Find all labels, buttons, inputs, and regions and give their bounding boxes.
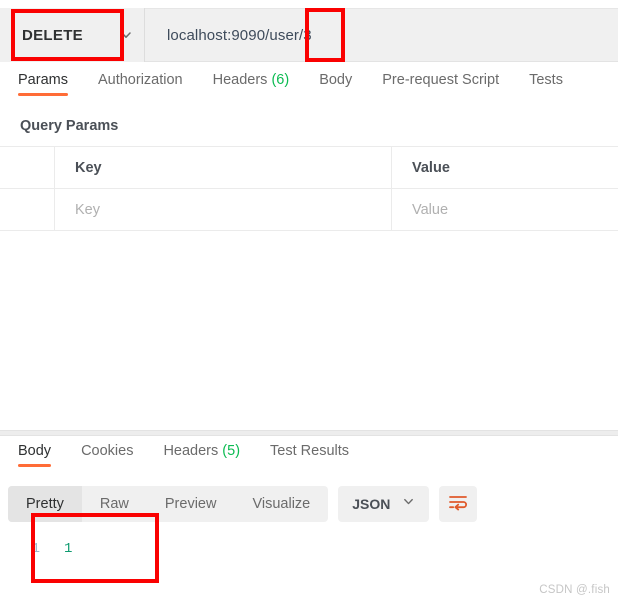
request-url-bar: DELETE localhost:9090/user/3 [0, 8, 618, 62]
response-body-viewer[interactable]: 1 1 [0, 528, 618, 588]
line-number: 1 [31, 541, 40, 557]
param-key-placeholder: Key [75, 201, 100, 218]
tab-params[interactable]: Params [18, 72, 68, 96]
query-params-heading: Query Params [20, 118, 119, 134]
tab-headers-count: (6) [271, 72, 290, 88]
response-format-label: JSON [352, 496, 391, 512]
response-view-switcher: Pretty Raw Preview Visualize [8, 486, 329, 522]
response-body-value: 1 [64, 541, 73, 557]
response-tab-cookies-label: Cookies [81, 443, 134, 459]
http-method-selector[interactable]: DELETE [0, 8, 145, 62]
response-tab-headers-label: Headers [163, 443, 219, 459]
chevron-down-icon[interactable] [108, 28, 144, 42]
response-tab-headers[interactable]: Headers (5) [163, 443, 240, 467]
table-row: Key Value [0, 189, 618, 231]
response-toolbar: Pretty Raw Preview Visualize JSON [8, 486, 478, 522]
response-tab-headers-count: (5) [222, 443, 241, 459]
response-tab-cookies[interactable]: Cookies [81, 443, 133, 467]
tab-tests[interactable]: Tests [529, 72, 563, 96]
tab-pre-request-script-label: Pre-request Script [382, 72, 500, 88]
table-header-row: Key Value [0, 147, 618, 189]
response-tab-body[interactable]: Body [18, 443, 52, 467]
tab-params-label: Params [18, 72, 68, 88]
request-tabs: Params Authorization Headers (6) Body Pr… [0, 72, 618, 108]
watermark: CSDN @.fish [539, 584, 610, 596]
word-wrap-toggle[interactable] [439, 486, 478, 522]
tab-pre-request-script[interactable]: Pre-request Script [382, 72, 499, 96]
tab-tests-label: Tests [529, 72, 563, 88]
column-header-value: Value [412, 159, 450, 176]
response-format-select[interactable]: JSON [338, 486, 430, 522]
tab-authorization-label: Authorization [97, 72, 183, 88]
tab-body[interactable]: Body [319, 72, 352, 96]
column-header-key: Key [55, 147, 392, 188]
tab-headers-label: Headers [212, 72, 268, 88]
view-preview-button[interactable]: Preview [147, 486, 235, 522]
tab-body-label: Body [319, 72, 353, 88]
tab-authorization[interactable]: Authorization [98, 72, 183, 96]
view-raw-button[interactable]: Raw [82, 486, 147, 522]
request-url-input[interactable]: localhost:9090/user/3 [145, 27, 312, 44]
query-params-table: Key Value Key Value [0, 146, 618, 231]
response-tab-body-label: Body [18, 443, 52, 459]
param-value-input[interactable]: Value [392, 189, 618, 230]
select-all-checkbox-cell[interactable] [0, 147, 55, 188]
view-visualize-button[interactable]: Visualize [234, 486, 328, 522]
http-method-label: DELETE [22, 26, 83, 44]
response-tabs: Body Cookies Headers (5) Test Results [0, 443, 618, 477]
response-tab-test-results[interactable]: Test Results [270, 443, 349, 467]
view-pretty-button[interactable]: Pretty [8, 486, 82, 522]
chevron-down-icon [402, 495, 415, 513]
param-key-input[interactable]: Key [55, 189, 392, 230]
word-wrap-icon [448, 493, 468, 516]
code-line: 1 1 [0, 528, 618, 560]
tab-headers[interactable]: Headers (6) [213, 72, 290, 96]
param-value-placeholder: Value [412, 201, 449, 218]
row-checkbox-cell[interactable] [0, 189, 55, 230]
response-tab-test-results-label: Test Results [270, 443, 350, 459]
pane-divider[interactable] [0, 430, 618, 436]
